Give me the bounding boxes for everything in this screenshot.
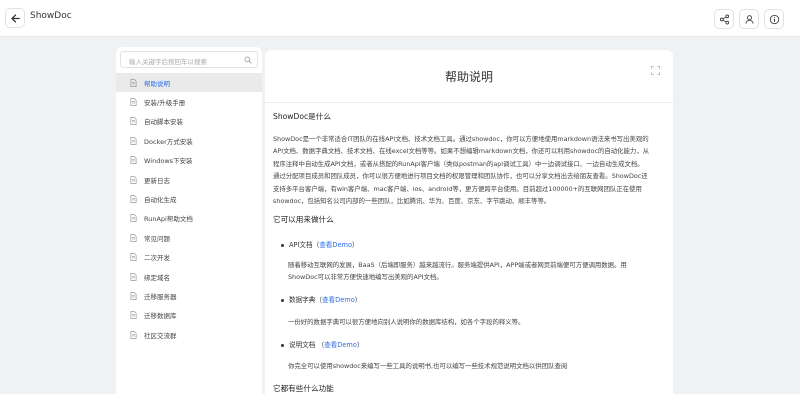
- page-title: 帮助说明: [444, 70, 493, 84]
- fullscreen-icon[interactable]: [651, 66, 660, 75]
- document-icon: [130, 272, 137, 281]
- top-bar: ShowDoc: [0, 0, 800, 37]
- title-divider: [265, 102, 673, 103]
- feature-label: 说明文档 （: [289, 341, 325, 349]
- paragraph-line: 支持多平台客户端，有win客户端、mac客户端、ios、android等，更方便…: [273, 184, 642, 193]
- feature-description: 你完全可以使用showdoc来编写一些工具的说明书,也可以编写一些技术规范说明文…: [288, 360, 663, 372]
- document-icon: [130, 137, 137, 145]
- sidebar-item-label: 迁移数据库: [144, 312, 177, 321]
- feature-description: 一份好的数据字典可以很方便地向别人说明你的数据库结构，如各个字段的释义等。: [288, 316, 663, 328]
- sidebar-item-label: 二次开发: [144, 254, 170, 263]
- document-icon: [130, 330, 137, 339]
- sidebar-item-install-upgrade[interactable]: 安装/升级手册: [116, 92, 262, 111]
- paragraph-line: 随着移动互联网的发展，BaaS（后端即服务）越来越流行。服务端提供API，APP…: [288, 261, 627, 269]
- demo-link[interactable]: 查看Demo: [324, 341, 357, 349]
- feature-description: 随着移动互联网的发展，BaaS（后端即服务）越来越流行。服务端提供API，APP…: [288, 259, 663, 284]
- info-icon: [769, 14, 779, 24]
- paragraph-line: showdoc，包括知名公司内部的一些团队，比如腾讯、华为、百度、京东、字节跳动…: [273, 197, 551, 206]
- sidebar-item-label: 自动化生成: [144, 196, 177, 205]
- sidebar-item-label: 迁移服务器: [144, 292, 177, 301]
- document-icon: [130, 156, 137, 165]
- sidebar-item-label: 更新日志: [144, 176, 170, 185]
- share-icon: [719, 14, 729, 24]
- bullet: [281, 343, 284, 347]
- section-heading: ShowDoc是什么: [273, 112, 331, 121]
- intro-paragraph: ShowDoc是一个非常适合IT团队的在线API文档、技术文档工具。通过show…: [273, 133, 666, 207]
- search-icon[interactable]: [244, 56, 252, 64]
- catalog-list: 帮助说明 安装/升级手册 自动脚本安装 Docker方式安装 Windows下安…: [116, 73, 262, 344]
- document-icon: [130, 214, 137, 223]
- arrow-left-icon: [10, 13, 20, 23]
- feature-suffix: ）: [352, 241, 359, 249]
- sidebar-item-label: Windows下安装: [144, 157, 193, 166]
- paragraph-line: 程序注释中自动生成API文档，或者从搭配的RunApi客户端（类似postman…: [273, 159, 644, 168]
- sidebar-item-label: 帮助说明: [144, 79, 170, 88]
- paragraph-line: ShowDoc可以非常方便快速地编写出美观的API文档。: [288, 273, 443, 282]
- sidebar-item-faq[interactable]: 常见问题: [116, 228, 262, 247]
- sidebar-item-label: 绑定域名: [144, 273, 170, 282]
- sidebar-item-migrate-server[interactable]: 迁移服务器: [116, 286, 262, 305]
- sidebar-item-help[interactable]: 帮助说明: [116, 73, 262, 93]
- document-icon: [130, 117, 137, 126]
- sidebar-item-auto-generation[interactable]: 自动化生成: [116, 189, 262, 208]
- bullet: [281, 298, 284, 302]
- sidebar-item-bind-domain[interactable]: 绑定域名: [116, 267, 262, 286]
- sidebar-item-label: 自动脚本安装: [144, 118, 183, 127]
- share-button[interactable]: [714, 9, 734, 29]
- app-title: ShowDoc: [30, 11, 72, 21]
- bullet: [281, 243, 284, 247]
- paragraph-line: API文档、数据字典文档、技术文档、在线excel文档等等。如果不想编辑mark…: [273, 147, 650, 156]
- sidebar-item-label: 常见问题: [144, 234, 170, 243]
- sidebar-item-label: Docker方式安装: [144, 137, 193, 146]
- feature-item: 数据字典（查看Demo）: [281, 294, 361, 304]
- sidebar-item-runapi-help[interactable]: RunApi帮助文档: [116, 209, 262, 228]
- section-heading: 它都有些什么功能: [273, 384, 334, 393]
- feature-suffix: ）: [356, 341, 364, 349]
- document-icon: [130, 292, 137, 300]
- sidebar-item-label: 社区交流群: [144, 331, 177, 340]
- sidebar-item-secondary-development[interactable]: 二次开发: [116, 248, 262, 267]
- feature-item: 说明文档 （查看Demo）: [281, 339, 363, 349]
- sidebar-item-changelog[interactable]: 更新日志: [116, 170, 262, 189]
- section-heading: 它可以用来做什么: [273, 215, 334, 224]
- search-placeholder: 输入关键字后按回车以搜索: [129, 58, 207, 66]
- user-icon: [745, 14, 753, 24]
- info-button[interactable]: [764, 9, 784, 29]
- document-icon: [130, 195, 137, 203]
- demo-link[interactable]: 查看Demo: [322, 296, 355, 304]
- search-input[interactable]: 输入关键字后按回车以搜索: [120, 51, 258, 68]
- sidebar-item-migrate-database[interactable]: 迁移数据库: [116, 306, 262, 325]
- document-icon: [130, 175, 137, 184]
- document-icon: [130, 98, 137, 106]
- feature-label: 数据字典（: [289, 296, 322, 304]
- sidebar-item-windows-install[interactable]: Windows下安装: [116, 151, 262, 170]
- sidebar-item-label: 安装/升级手册: [144, 99, 186, 108]
- demo-link[interactable]: 查看Demo: [319, 241, 352, 249]
- sidebar-item-auto-script-install[interactable]: 自动脚本安装: [116, 112, 262, 131]
- document-icon: [130, 233, 137, 242]
- doc-content: 帮助说明 ShowDoc是什么 ShowDoc是一个非常适合IT团队的在线API…: [265, 50, 673, 394]
- paragraph-line: 你完全可以使用showdoc来编写一些工具的说明书,也可以编写一些技术规范说明文…: [288, 362, 568, 370]
- document-icon: [130, 311, 137, 320]
- sidebar-item-community-group[interactable]: 社区交流群: [116, 325, 262, 344]
- document-icon: [130, 78, 137, 87]
- paragraph-line: 通过分配项目成员和团队成员，你可以很方便地进行项目文档的权限管理和团队协作，也可…: [273, 172, 648, 181]
- sidebar-item-label: RunApi帮助文档: [144, 215, 193, 224]
- sidebar: 输入关键字后按回车以搜索 帮助说明 安装/升级手册 自动脚本安装 Docker方…: [116, 47, 262, 394]
- feature-suffix: ）: [354, 296, 362, 304]
- document-icon: [130, 253, 137, 262]
- user-button[interactable]: [739, 9, 759, 29]
- feature-label: API文档（: [289, 241, 320, 249]
- sidebar-item-docker-install[interactable]: Docker方式安装: [116, 131, 262, 150]
- paragraph-line: 一份好的数据字典可以很方便地向别人说明你的数据库结构，如各个字段的释义等。: [288, 318, 525, 326]
- back-button[interactable]: [5, 8, 25, 28]
- feature-item: API文档（查看Demo）: [281, 239, 359, 249]
- paragraph-line: ShowDoc是一个非常适合IT团队的在线API文档、技术文档工具。通过show…: [273, 135, 649, 143]
